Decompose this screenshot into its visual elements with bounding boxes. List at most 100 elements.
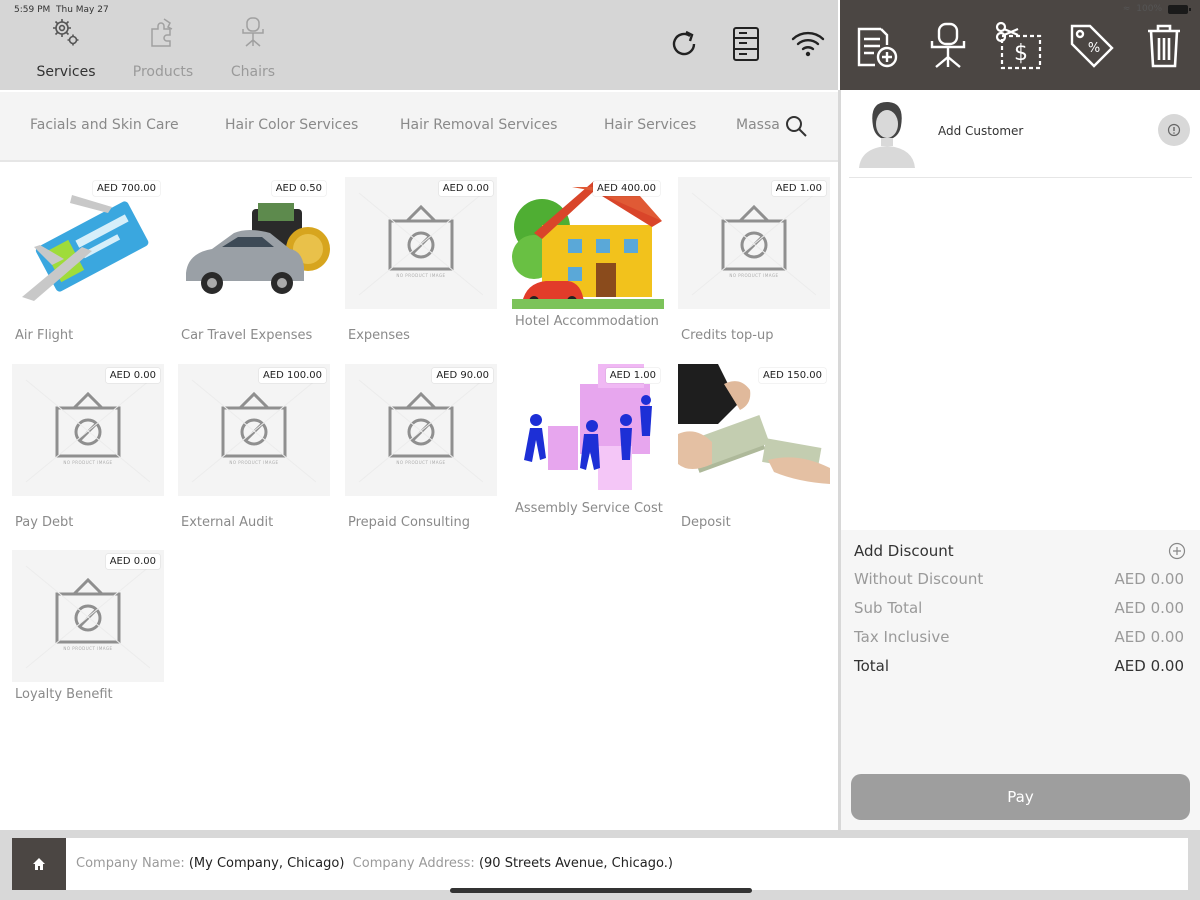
info-icon[interactable] [1158,114,1190,146]
product-tile[interactable]: AED 0.50 Car Travel Expenses [178,177,330,345]
category-massage[interactable]: Massa [736,117,780,133]
order-toolbar: ≈ 100% $ % [840,0,1200,90]
product-name: Expenses [348,328,410,343]
summary-row-without-discount: Without Discount AED 0.00 [854,570,1184,588]
product-name: Assembly Service Cost [515,501,663,516]
home-icon [33,858,45,870]
category-facials[interactable]: Facials and Skin Care [30,117,179,133]
price-badge: AED 0.00 [105,368,160,383]
refresh-icon[interactable] [664,22,704,66]
product-tile[interactable]: NO PRODUCT IMAGE AED 90.00 Prepaid Consu… [345,364,497,532]
price-badge: AED 150.00 [758,368,826,383]
no-image-placeholder-icon: NO PRODUCT IMAGE AED 90.00 [345,364,497,496]
chair-icon [208,10,298,54]
home-button[interactable] [12,838,66,890]
category-bar: Facials and Skin Care Hair Color Service… [0,92,838,162]
no-image-placeholder-icon: NO PRODUCT IMAGE AED 1.00 [678,177,830,309]
price-badge: AED 1.00 [605,368,660,383]
order-summary: Add Discount Without Discount AED 0.00 Su… [841,530,1200,830]
tab-chairs-label: Chairs [230,64,276,80]
tab-chairs[interactable]: Chairs [208,10,298,80]
product-tile[interactable]: AED 1.00 Assembly Service Cost [512,364,664,518]
category-hair-color[interactable]: Hair Color Services [225,117,358,133]
product-name: Deposit [681,515,731,530]
price-badge: AED 0.00 [438,181,493,196]
price-badge: AED 700.00 [92,181,160,196]
price-badge: AED 90.00 [432,368,493,383]
order-panel: Add Customer Add Discount Without Discou… [841,90,1200,830]
product-tile[interactable]: AED 400.00 Hotel Accommodation [512,177,664,331]
price-badge: AED 100.00 [258,368,326,383]
footer-bar: Company Name: (My Company, Chicago) Comp… [0,830,1200,900]
search-icon[interactable] [784,114,810,140]
no-image-text: NO PRODUCT IMAGE [63,460,113,465]
product-image-car: AED 0.50 [178,177,330,309]
product-image-puzzle: AED 1.00 [512,364,664,496]
status-battery: ≈ 100% [1123,4,1191,14]
no-image-placeholder-icon: NO PRODUCT IMAGE AED 0.00 [12,550,164,682]
tag-icon[interactable]: % [1066,20,1118,72]
product-tile[interactable]: NO PRODUCT IMAGE AED 0.00 Pay Debt [12,364,164,532]
price-badge: AED 0.50 [271,181,326,196]
no-image-placeholder-icon: NO PRODUCT IMAGE AED 0.00 [12,364,164,496]
top-actions [664,22,828,66]
server-icon[interactable] [726,22,766,66]
product-tile[interactable]: NO PRODUCT IMAGE AED 0.00 Expenses [345,177,497,345]
no-image-text: NO PRODUCT IMAGE [229,460,279,465]
add-discount-row[interactable]: Add Discount [854,542,1186,560]
price-badge: AED 1.00 [771,181,826,196]
product-name: Pay Debt [15,515,74,530]
pos-screen: 5:59 PM Thu May 27 Services Products Cha… [0,0,1200,900]
svg-text:%: % [1088,41,1100,56]
product-image-flight: AED 700.00 [12,177,164,309]
summary-row-total: Total AED 0.00 [854,657,1184,675]
tab-services-label: Services [36,64,96,80]
tab-products[interactable]: Products [118,10,208,80]
summary-row-tax: Tax Inclusive AED 0.00 [854,628,1184,646]
puzzle-icon [118,10,208,54]
category-hair-removal[interactable]: Hair Removal Services [400,117,557,133]
no-image-text: NO PRODUCT IMAGE [396,460,446,465]
price-badge: AED 400.00 [592,181,660,196]
gear-icon [21,10,111,54]
cut-price-icon[interactable]: $ [994,20,1046,72]
no-image-text: NO PRODUCT IMAGE [396,273,446,278]
tab-services[interactable]: Services [21,10,111,80]
product-name: External Audit [181,515,274,530]
top-toolbar: 5:59 PM Thu May 27 Services Products Cha… [0,0,838,90]
chair-icon[interactable] [922,20,974,72]
product-tile[interactable]: AED 700.00 Air Flight [12,177,164,345]
product-name: Car Travel Expenses [181,328,313,343]
add-discount-label: Add Discount [854,542,954,560]
new-order-icon[interactable] [850,20,902,72]
home-indicator [450,888,752,893]
plus-circle-icon[interactable] [1168,542,1186,560]
product-image-house: AED 400.00 [512,177,664,309]
tab-products-label: Products [132,64,194,80]
product-tile[interactable]: NO PRODUCT IMAGE AED 0.00 Loyalty Benefi… [12,550,164,704]
product-tile[interactable]: NO PRODUCT IMAGE AED 1.00 Credits top-up [678,177,830,345]
add-customer-label[interactable]: Add Customer [938,124,1023,138]
no-image-text: NO PRODUCT IMAGE [63,646,113,651]
summary-row-subtotal: Sub Total AED 0.00 [854,599,1184,617]
pay-button[interactable]: Pay [851,774,1190,820]
avatar [855,96,919,168]
svg-text:$: $ [1014,41,1028,66]
product-tile[interactable]: AED 150.00 Deposit [678,364,830,532]
no-image-text: NO PRODUCT IMAGE [729,273,779,278]
product-name: Prepaid Consulting [348,515,470,530]
price-badge: AED 0.00 [105,554,160,569]
wifi-icon[interactable] [788,22,828,66]
company-info-text: Company Name: (My Company, Chicago) Comp… [76,856,673,871]
product-tile[interactable]: NO PRODUCT IMAGE AED 100.00 External Aud… [178,364,330,532]
category-hair-services[interactable]: Hair Services [604,117,696,133]
product-name: Air Flight [15,328,74,343]
no-image-placeholder-icon: NO PRODUCT IMAGE AED 0.00 [345,177,497,309]
product-name: Hotel Accommodation [515,314,659,329]
customer-row[interactable]: Add Customer [849,90,1192,178]
company-info-bar: Company Name: (My Company, Chicago) Comp… [12,838,1188,890]
trash-icon[interactable] [1138,20,1190,72]
no-image-placeholder-icon: NO PRODUCT IMAGE AED 100.00 [178,364,330,496]
product-name: Loyalty Benefit [15,687,113,702]
battery-icon [1168,4,1191,14]
